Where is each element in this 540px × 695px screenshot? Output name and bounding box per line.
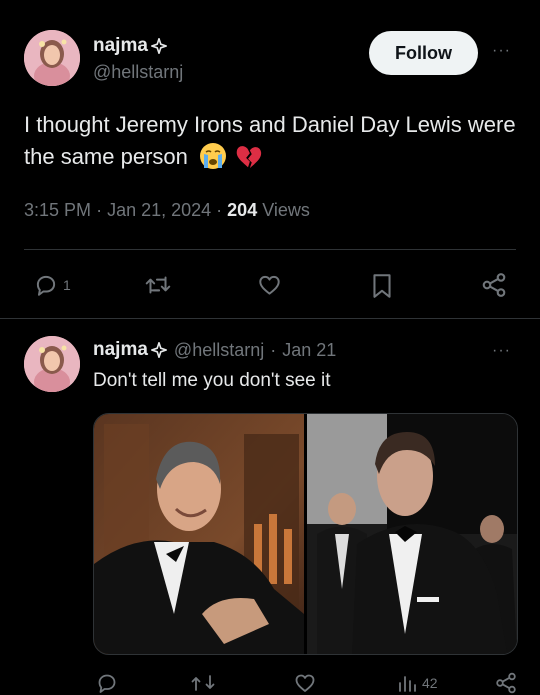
author-handle[interactable]: @hellstarnj: [93, 62, 183, 83]
reply-author-handle[interactable]: @hellstarnj: [174, 340, 264, 361]
like-icon: [259, 275, 280, 295]
follow-button[interactable]: Follow: [369, 31, 478, 75]
meta-separator: ·: [216, 200, 228, 220]
reply-count: 1: [63, 277, 71, 293]
share-button[interactable]: [480, 271, 508, 299]
retweet-icon: [191, 675, 215, 691]
tweet-date[interactable]: Jan 21, 2024: [107, 200, 211, 220]
tweet-meta: 3:15 PM · Jan 21, 2024 · 204 Views: [24, 200, 310, 221]
like-button[interactable]: [256, 272, 283, 298]
bookmark-button[interactable]: [369, 272, 395, 300]
broken-heart-emoji: [236, 146, 262, 169]
reply-date[interactable]: Jan 21: [282, 340, 336, 361]
retweet-button[interactable]: [144, 272, 172, 298]
reply-views-count: 42: [422, 675, 438, 691]
tweet-text: I thought Jeremy Irons and Daniel Day Le…: [24, 109, 524, 173]
reply-views-button[interactable]: 42: [396, 671, 438, 695]
views-icon: [399, 676, 416, 692]
photo-left[interactable]: [94, 414, 304, 654]
tweet-time[interactable]: 3:15 PM: [24, 200, 91, 220]
bookmark-icon: [373, 274, 391, 298]
reply-header: najma @hellstarnj · Jan 21: [93, 339, 336, 361]
share-icon: [496, 672, 516, 694]
reply-author-avatar[interactable]: [24, 336, 80, 392]
author-name[interactable]: najma: [93, 35, 168, 57]
reply-retweet-button[interactable]: [190, 671, 216, 695]
sparkle-icon: [150, 37, 167, 55]
reply-author-name-text: najma: [93, 339, 148, 360]
reply-icon: [98, 674, 116, 693]
reply-more-options-button[interactable]: ···: [492, 342, 511, 360]
more-options-button[interactable]: ···: [492, 42, 511, 60]
views-label: Views: [262, 200, 310, 220]
sparkle-icon: [150, 341, 167, 359]
photo-right[interactable]: [307, 414, 517, 654]
tweet-text-content: I thought Jeremy Irons and Daniel Day Le…: [24, 112, 516, 169]
divider: [0, 318, 540, 319]
meta-separator: ·: [96, 200, 108, 220]
like-icon: [295, 674, 315, 692]
divider: [24, 249, 516, 250]
reply-share-button[interactable]: [494, 671, 518, 695]
reply-button[interactable]: 1: [33, 272, 71, 298]
views-count: 204: [227, 200, 258, 220]
author-name-text: najma: [93, 35, 148, 56]
author-avatar[interactable]: [24, 30, 80, 86]
reply-text: Don't tell me you don't see it: [93, 370, 331, 391]
reply-media[interactable]: [93, 413, 518, 655]
reply-separator: ·: [270, 339, 277, 360]
reply-icon: [36, 275, 56, 296]
reply-author-name[interactable]: najma: [93, 339, 168, 361]
reply-like-button[interactable]: [293, 671, 317, 695]
reply-reply-button[interactable]: [95, 671, 119, 695]
share-icon: [482, 273, 506, 297]
retweet-icon: [145, 276, 171, 294]
crying-face-emoji: [200, 143, 226, 169]
